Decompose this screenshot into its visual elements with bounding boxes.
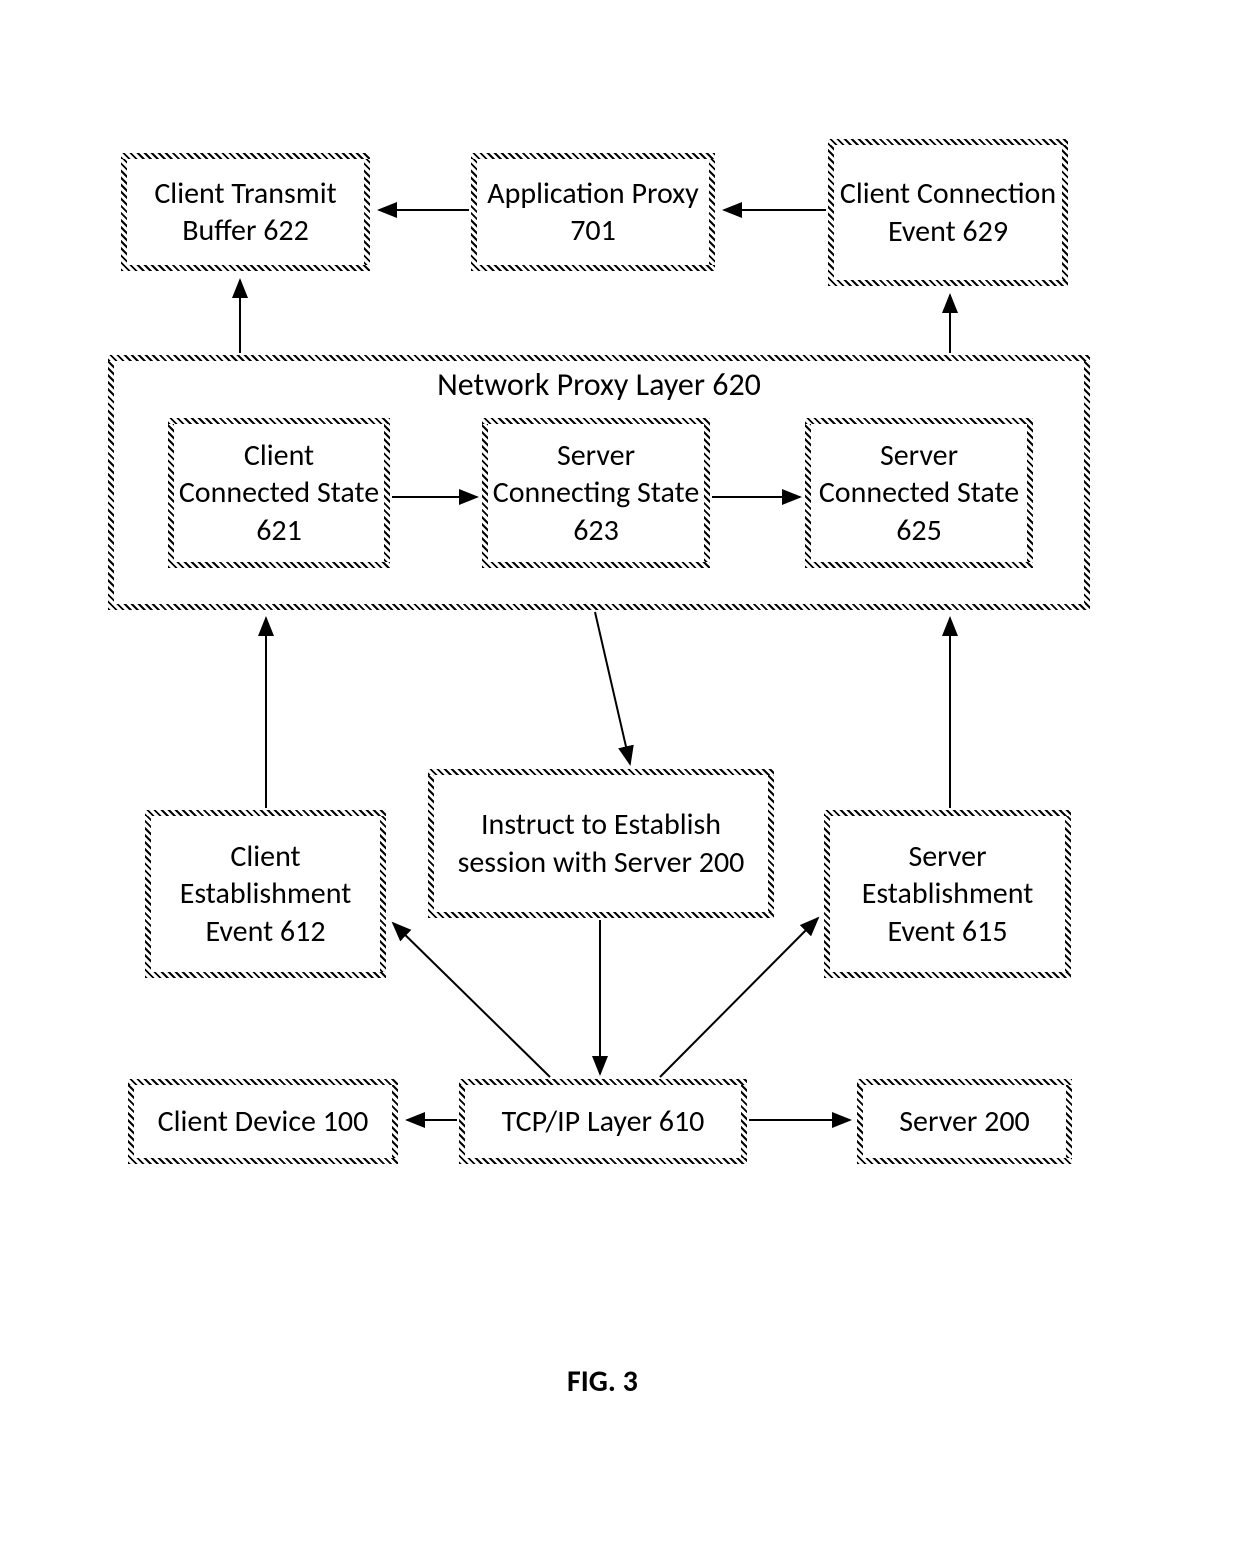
client-transmit-buffer-box: Client Transmit Buffer 622 <box>121 153 370 271</box>
server-establishment-event-label: Server Establishment Event 615 <box>832 838 1063 951</box>
instruct-box: Instruct to Establish session with Serve… <box>428 769 774 918</box>
diagram-canvas: Client Transmit Buffer 622 Application P… <box>0 0 1240 1561</box>
server-connected-state-label: Server Connected State 625 <box>813 437 1025 550</box>
tcp-ip-layer-box: TCP/IP Layer 610 <box>459 1079 747 1164</box>
server-label: Server 200 <box>899 1103 1030 1141</box>
server-connected-state-box: Server Connected State 625 <box>805 418 1033 568</box>
client-transmit-buffer-label: Client Transmit Buffer 622 <box>129 175 362 250</box>
application-proxy-label: Application Proxy 701 <box>479 175 707 250</box>
figure-label: FIG. 3 <box>567 1363 638 1400</box>
client-connected-state-box: Client Connected State 621 <box>168 418 390 568</box>
client-connection-event-box: Client Connection Event 629 <box>828 139 1068 286</box>
network-proxy-layer-title: Network Proxy Layer 620 <box>437 365 761 405</box>
client-connection-event-label: Client Connection Event 629 <box>836 175 1060 250</box>
server-connecting-state-box: Server Connecting State 623 <box>482 418 710 568</box>
client-establishment-event-label: Client Establishment Event 612 <box>153 838 378 951</box>
server-establishment-event-box: Server Establishment Event 615 <box>824 810 1071 978</box>
tcp-ip-layer-label: TCP/IP Layer 610 <box>502 1103 705 1141</box>
client-device-box: Client Device 100 <box>128 1079 398 1164</box>
client-device-label: Client Device 100 <box>158 1103 369 1141</box>
client-connected-state-label: Client Connected State 621 <box>176 437 382 550</box>
server-box: Server 200 <box>857 1079 1072 1164</box>
server-connecting-state-label: Server Connecting State 623 <box>490 437 702 550</box>
application-proxy-box: Application Proxy 701 <box>471 153 715 271</box>
client-establishment-event-box: Client Establishment Event 612 <box>145 810 386 978</box>
instruct-label: Instruct to Establish session with Serve… <box>436 806 766 881</box>
